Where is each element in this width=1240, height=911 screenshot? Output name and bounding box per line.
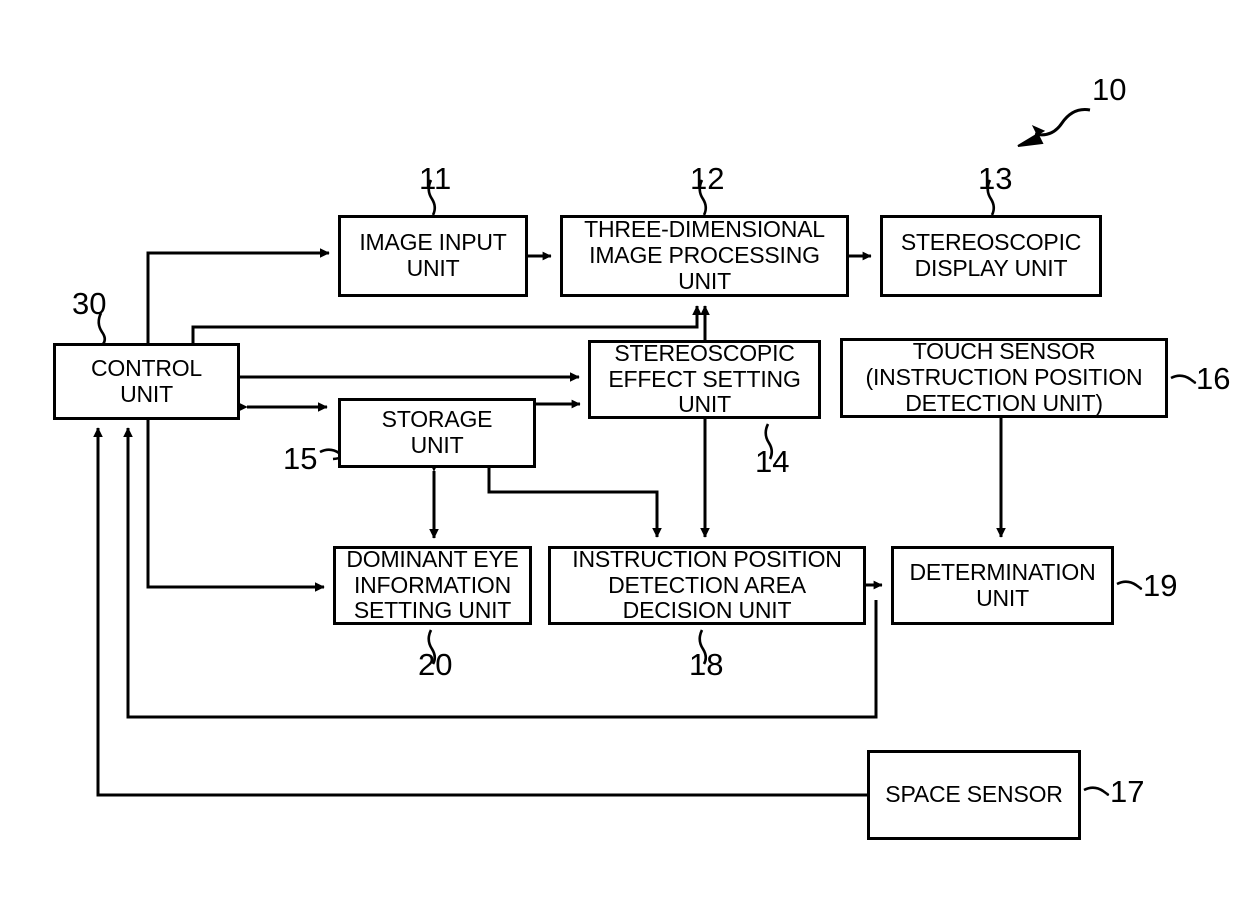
block-touch-sensor-label: TOUCH SENSOR (INSTRUCTION POSITION DETEC… <box>865 338 1143 416</box>
block-storage-unit-label: STORAGE UNIT <box>381 406 493 458</box>
refnum-control-unit-30: 30 <box>72 286 107 321</box>
refnum-three-d-processing-12: 12 <box>690 161 725 196</box>
leader-10-arrowhead <box>1017 124 1046 147</box>
leader-17 <box>1083 786 1110 796</box>
block-three-dimensional-image-processing-label: THREE-DIMENSIONAL IMAGE PROCESSING UNIT <box>584 216 825 294</box>
line-control-to-image-input <box>146 248 330 343</box>
block-control-unit[interactable]: CONTROL UNIT <box>53 343 240 420</box>
refnum-system-10: 10 <box>1092 72 1127 107</box>
refnum-storage-unit-15: 15 <box>283 441 318 476</box>
refnum-stereo-effect-14: 14 <box>755 444 790 479</box>
block-dominant-eye-information-setting-label: DOMINANT EYE INFORMATION SETTING UNIT <box>346 545 519 624</box>
block-instruction-position-detection-area-decision-label: INSTRUCTION POSITION DETECTION AREA DECI… <box>572 545 842 624</box>
block-determination-unit-label: DETERMINATION UNIT <box>909 558 1096 611</box>
block-control-unit-label: CONTROL UNIT <box>90 354 203 407</box>
leader-19 <box>1116 580 1143 590</box>
block-stereoscopic-display[interactable]: STEREOSCOPIC DISPLAY UNIT <box>880 215 1102 297</box>
block-instruction-position-detection-area-decision[interactable]: INSTRUCTION POSITION DETECTION AREA DECI… <box>548 546 866 625</box>
refnum-image-input-11: 11 <box>419 161 452 196</box>
refnum-stereoscopic-display-13: 13 <box>978 161 1013 196</box>
refnum-space-sensor-17: 17 <box>1110 774 1145 809</box>
block-stereoscopic-display-label: STEREOSCOPIC DISPLAY UNIT <box>900 229 1082 281</box>
block-touch-sensor[interactable]: TOUCH SENSOR (INSTRUCTION POSITION DETEC… <box>840 338 1168 418</box>
block-space-sensor-label: SPACE SENSOR <box>885 781 1063 808</box>
refnum-touch-sensor-16: 16 <box>1196 361 1231 396</box>
block-stereoscopic-effect-setting[interactable]: STEREOSCOPIC EFFECT SETTING UNIT <box>588 340 821 419</box>
block-stereoscopic-effect-setting-label: STEREOSCOPIC EFFECT SETTING UNIT <box>608 339 801 418</box>
block-space-sensor[interactable]: SPACE SENSOR <box>867 750 1081 840</box>
block-determination-unit[interactable]: DETERMINATION UNIT <box>891 546 1114 625</box>
block-image-input-label: IMAGE INPUT UNIT <box>359 229 507 281</box>
refnum-instruction-area-18: 18 <box>689 647 724 682</box>
refnum-determination-19: 19 <box>1143 568 1178 603</box>
leader-16 <box>1170 374 1197 384</box>
line-control-to-3d-processing <box>191 305 702 343</box>
figure-canvas: IMAGE INPUT UNIT THREE-DIMENSIONAL IMAGE… <box>0 0 1240 911</box>
line-storage-to-instruction-area <box>487 468 662 538</box>
refnum-dominant-eye-20: 20 <box>418 647 453 682</box>
block-three-dimensional-image-processing[interactable]: THREE-DIMENSIONAL IMAGE PROCESSING UNIT <box>560 215 849 297</box>
block-dominant-eye-information-setting[interactable]: DOMINANT EYE INFORMATION SETTING UNIT <box>333 546 532 625</box>
block-image-input[interactable]: IMAGE INPUT UNIT <box>338 215 528 297</box>
block-storage-unit[interactable]: STORAGE UNIT <box>338 398 536 468</box>
